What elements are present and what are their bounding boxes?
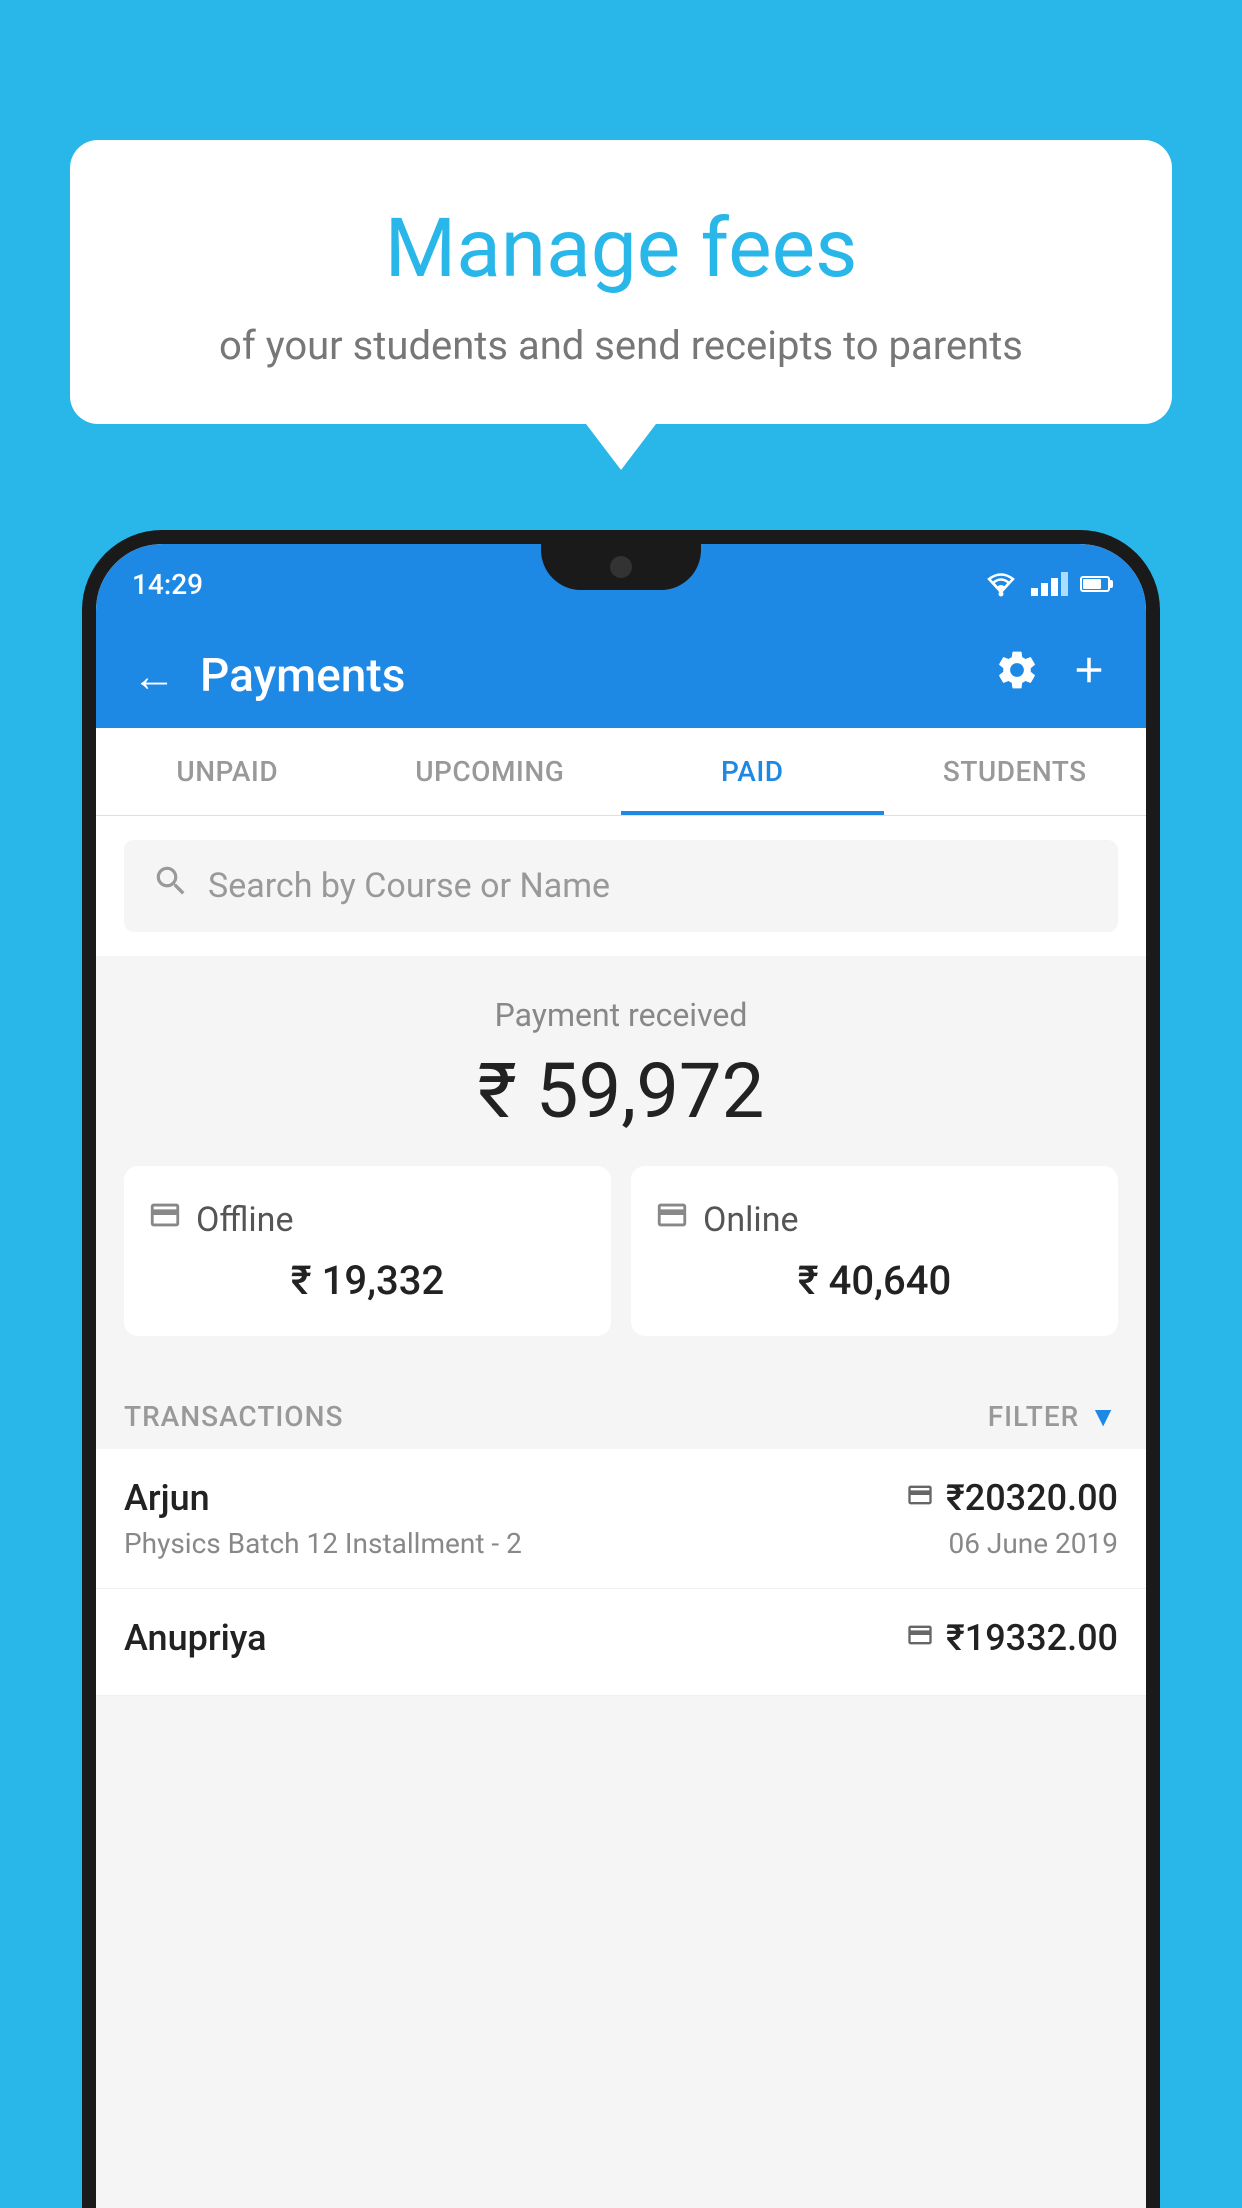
status-bar: 14:29 [96, 544, 1146, 624]
speech-bubble: Manage fees of your students and send re… [70, 140, 1172, 424]
notch [541, 544, 701, 590]
transaction-row[interactable]: Anupriya ₹19332.00 [96, 1589, 1146, 1696]
payment-cards: Offline ₹ 19,332 Online ₹ 40,640 [124, 1166, 1118, 1336]
speech-bubble-container: Manage fees of your students and send re… [70, 140, 1172, 424]
add-icon[interactable] [1068, 649, 1110, 703]
camera [610, 556, 632, 578]
phone-frame: 14:29 [82, 530, 1160, 2208]
transaction-amount: ₹19332.00 [946, 1617, 1118, 1659]
wifi-icon [983, 570, 1019, 598]
transactions-header: TRANSACTIONS FILTER ▼ [96, 1376, 1146, 1449]
filter-icon: ▼ [1089, 1400, 1118, 1433]
tab-students[interactable]: STUDENTS [884, 728, 1147, 815]
online-amount: ₹ 40,640 [655, 1257, 1094, 1304]
search-bar[interactable]: Search by Course or Name [124, 840, 1118, 932]
back-button[interactable]: ← [132, 654, 176, 698]
transaction-amount-wrap: ₹20320.00 [906, 1477, 1118, 1519]
filter-button[interactable]: FILTER ▼ [988, 1400, 1118, 1433]
transaction-date: 06 June 2019 [948, 1527, 1118, 1560]
tabs-bar: UNPAID UPCOMING PAID STUDENTS [96, 728, 1146, 816]
transaction-detail: Physics Batch 12 Installment - 2 [124, 1527, 522, 1560]
tab-unpaid[interactable]: UNPAID [96, 728, 359, 815]
bubble-title: Manage fees [130, 200, 1112, 298]
tab-paid[interactable]: PAID [621, 728, 884, 815]
card-payment-icon [906, 1481, 934, 1516]
search-container: Search by Course or Name [96, 816, 1146, 956]
offline-card: Offline ₹ 19,332 [124, 1166, 611, 1336]
transaction-name: Arjun [124, 1477, 210, 1519]
status-icons [983, 570, 1110, 598]
search-placeholder-text: Search by Course or Name [208, 866, 610, 906]
search-icon [152, 862, 190, 910]
page-title: Payments [200, 649, 970, 703]
payment-summary: Payment received ₹ 59,972 Offline ₹ 19,3… [96, 956, 1146, 1376]
transaction-amount-wrap: ₹19332.00 [906, 1617, 1118, 1659]
status-time: 14:29 [132, 568, 203, 601]
app-header: ← Payments [96, 624, 1146, 728]
transaction-name: Anupriya [124, 1617, 267, 1659]
phone-inner: 14:29 [96, 544, 1146, 2208]
offline-amount: ₹ 19,332 [148, 1257, 587, 1304]
bubble-subtitle: of your students and send receipts to pa… [130, 322, 1112, 369]
payment-label: Payment received [124, 996, 1118, 1034]
transaction-amount: ₹20320.00 [946, 1477, 1118, 1519]
online-icon [655, 1198, 689, 1241]
online-label: Online [703, 1200, 799, 1240]
transactions-label: TRANSACTIONS [124, 1400, 343, 1433]
tab-upcoming[interactable]: UPCOMING [359, 728, 622, 815]
offline-icon [148, 1198, 182, 1241]
cash-payment-icon [906, 1621, 934, 1656]
transaction-row[interactable]: Arjun ₹20320.00 Physics Batch 12 Install… [96, 1449, 1146, 1589]
header-icons [994, 647, 1110, 705]
online-card: Online ₹ 40,640 [631, 1166, 1118, 1336]
settings-icon[interactable] [994, 647, 1040, 705]
offline-label: Offline [196, 1200, 293, 1240]
filter-label: FILTER [988, 1400, 1080, 1433]
battery-icon [1080, 576, 1110, 592]
signal-icon [1031, 572, 1068, 596]
payment-amount: ₹ 59,972 [124, 1046, 1118, 1136]
